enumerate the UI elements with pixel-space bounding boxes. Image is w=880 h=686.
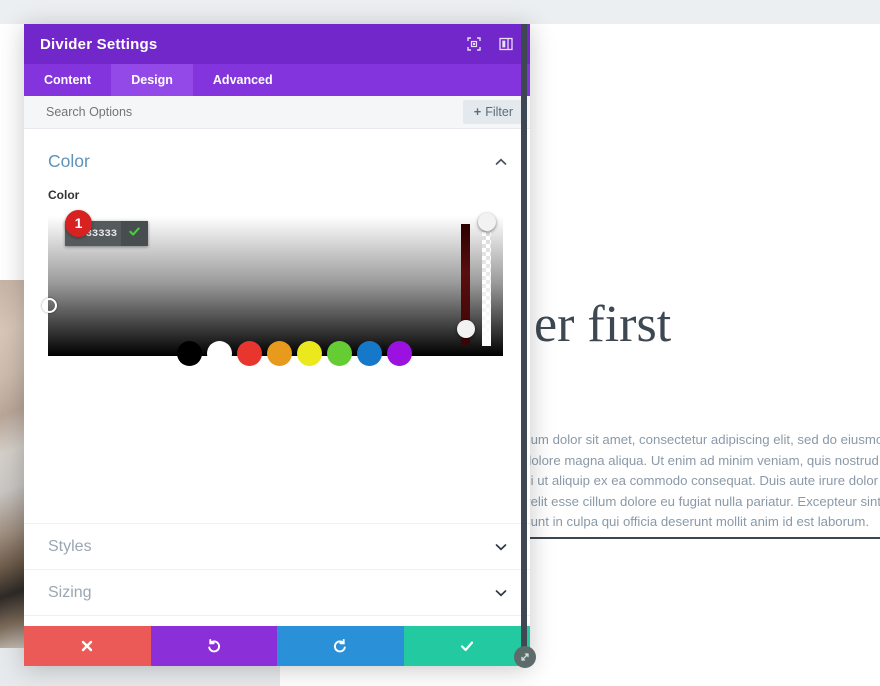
x-icon: [82, 640, 93, 652]
modal-header-actions: [466, 36, 514, 52]
save-button[interactable]: [403, 626, 530, 666]
undo-icon: [208, 638, 220, 653]
tab-design[interactable]: Design: [111, 64, 193, 96]
hue-slider-handle[interactable]: [456, 320, 475, 338]
filter-button-label: Filter: [485, 105, 513, 119]
body-line: sum dolor sit amet, consectetur adipisci…: [524, 432, 880, 447]
alpha-slider-handle[interactable]: [477, 213, 496, 231]
page-body-text: sum dolor sit amet, consectetur adipisci…: [524, 430, 880, 533]
tab-advanced[interactable]: Advanced: [193, 64, 293, 96]
modal-body: Color Color #333333 1 Styles Sizing: [24, 129, 530, 626]
saturation-handle[interactable]: [42, 298, 57, 313]
swatch-green[interactable]: [327, 341, 352, 366]
layout-panel-icon[interactable]: [498, 36, 514, 52]
body-line: si ut aliquip ex ea commodo consequat. D…: [524, 473, 880, 488]
body-line: sunt in culpa qui officia deserunt molli…: [524, 514, 870, 529]
color-picker: 1: [42, 210, 503, 366]
search-input[interactable]: [46, 105, 463, 119]
swatch-black[interactable]: [177, 341, 202, 366]
section-header-color[interactable]: Color: [24, 129, 530, 172]
color-field-label: Color: [48, 188, 80, 202]
modal-title: Divider Settings: [40, 35, 158, 53]
section-row-styles[interactable]: Styles: [24, 523, 530, 569]
swatch-yellow[interactable]: [297, 341, 322, 366]
search-row: +Filter: [24, 96, 530, 129]
plus-icon: +: [473, 105, 482, 119]
undo-button[interactable]: [150, 626, 277, 666]
modal-tabs: Content Design Advanced: [24, 64, 530, 96]
swatch-orange[interactable]: [267, 341, 292, 366]
body-line: dolore magna aliqua. Ut enim ad minim ve…: [524, 452, 880, 468]
swatch-purple[interactable]: [387, 341, 412, 366]
tab-content[interactable]: Content: [24, 64, 111, 96]
chevron-down-icon[interactable]: [494, 586, 508, 600]
close-button[interactable]: [24, 626, 151, 666]
step-badge: 1: [65, 210, 92, 237]
vertical-scrollbar[interactable]: [521, 24, 527, 666]
swatch-white[interactable]: [207, 341, 232, 366]
page-content-canvas: [530, 24, 880, 686]
page-top-strip: [0, 0, 880, 24]
swatch-blue[interactable]: [357, 341, 382, 366]
redo-button[interactable]: [277, 626, 404, 666]
redo-icon: [334, 638, 346, 653]
page-divider-rule: [530, 537, 880, 539]
color-swatch-row: [177, 341, 412, 366]
section-label: Styles: [48, 537, 92, 555]
settings-sections: Styles Sizing Spacing Box Shadow: [24, 523, 530, 626]
filter-button[interactable]: + Filter: [462, 100, 524, 124]
chevron-up-icon[interactable]: [494, 155, 508, 169]
check-icon: [460, 641, 473, 652]
hue-slider[interactable]: [456, 224, 475, 346]
body-line: velit esse cillum dolore eu fugiat nulla…: [524, 493, 880, 509]
section-row-sizing[interactable]: Sizing: [24, 569, 530, 615]
resize-diagonal-icon: [521, 653, 529, 661]
modal-footer: [24, 626, 530, 666]
fullscreen-icon[interactable]: [466, 36, 482, 52]
modal-header: Divider Settings: [24, 24, 530, 64]
swatch-red[interactable]: [237, 341, 262, 366]
section-label: Sizing: [48, 583, 92, 601]
section-row-spacing[interactable]: Spacing: [24, 615, 530, 626]
hex-confirm-button[interactable]: [121, 221, 148, 246]
page-heading: er first: [534, 296, 672, 353]
divider-settings-modal: Divider Settings Content Design Advanced: [24, 24, 530, 666]
alpha-slider[interactable]: [477, 213, 496, 346]
modal-resize-handle[interactable]: [514, 646, 536, 668]
chevron-down-icon[interactable]: [494, 540, 508, 554]
section-title-color: Color: [48, 151, 90, 171]
